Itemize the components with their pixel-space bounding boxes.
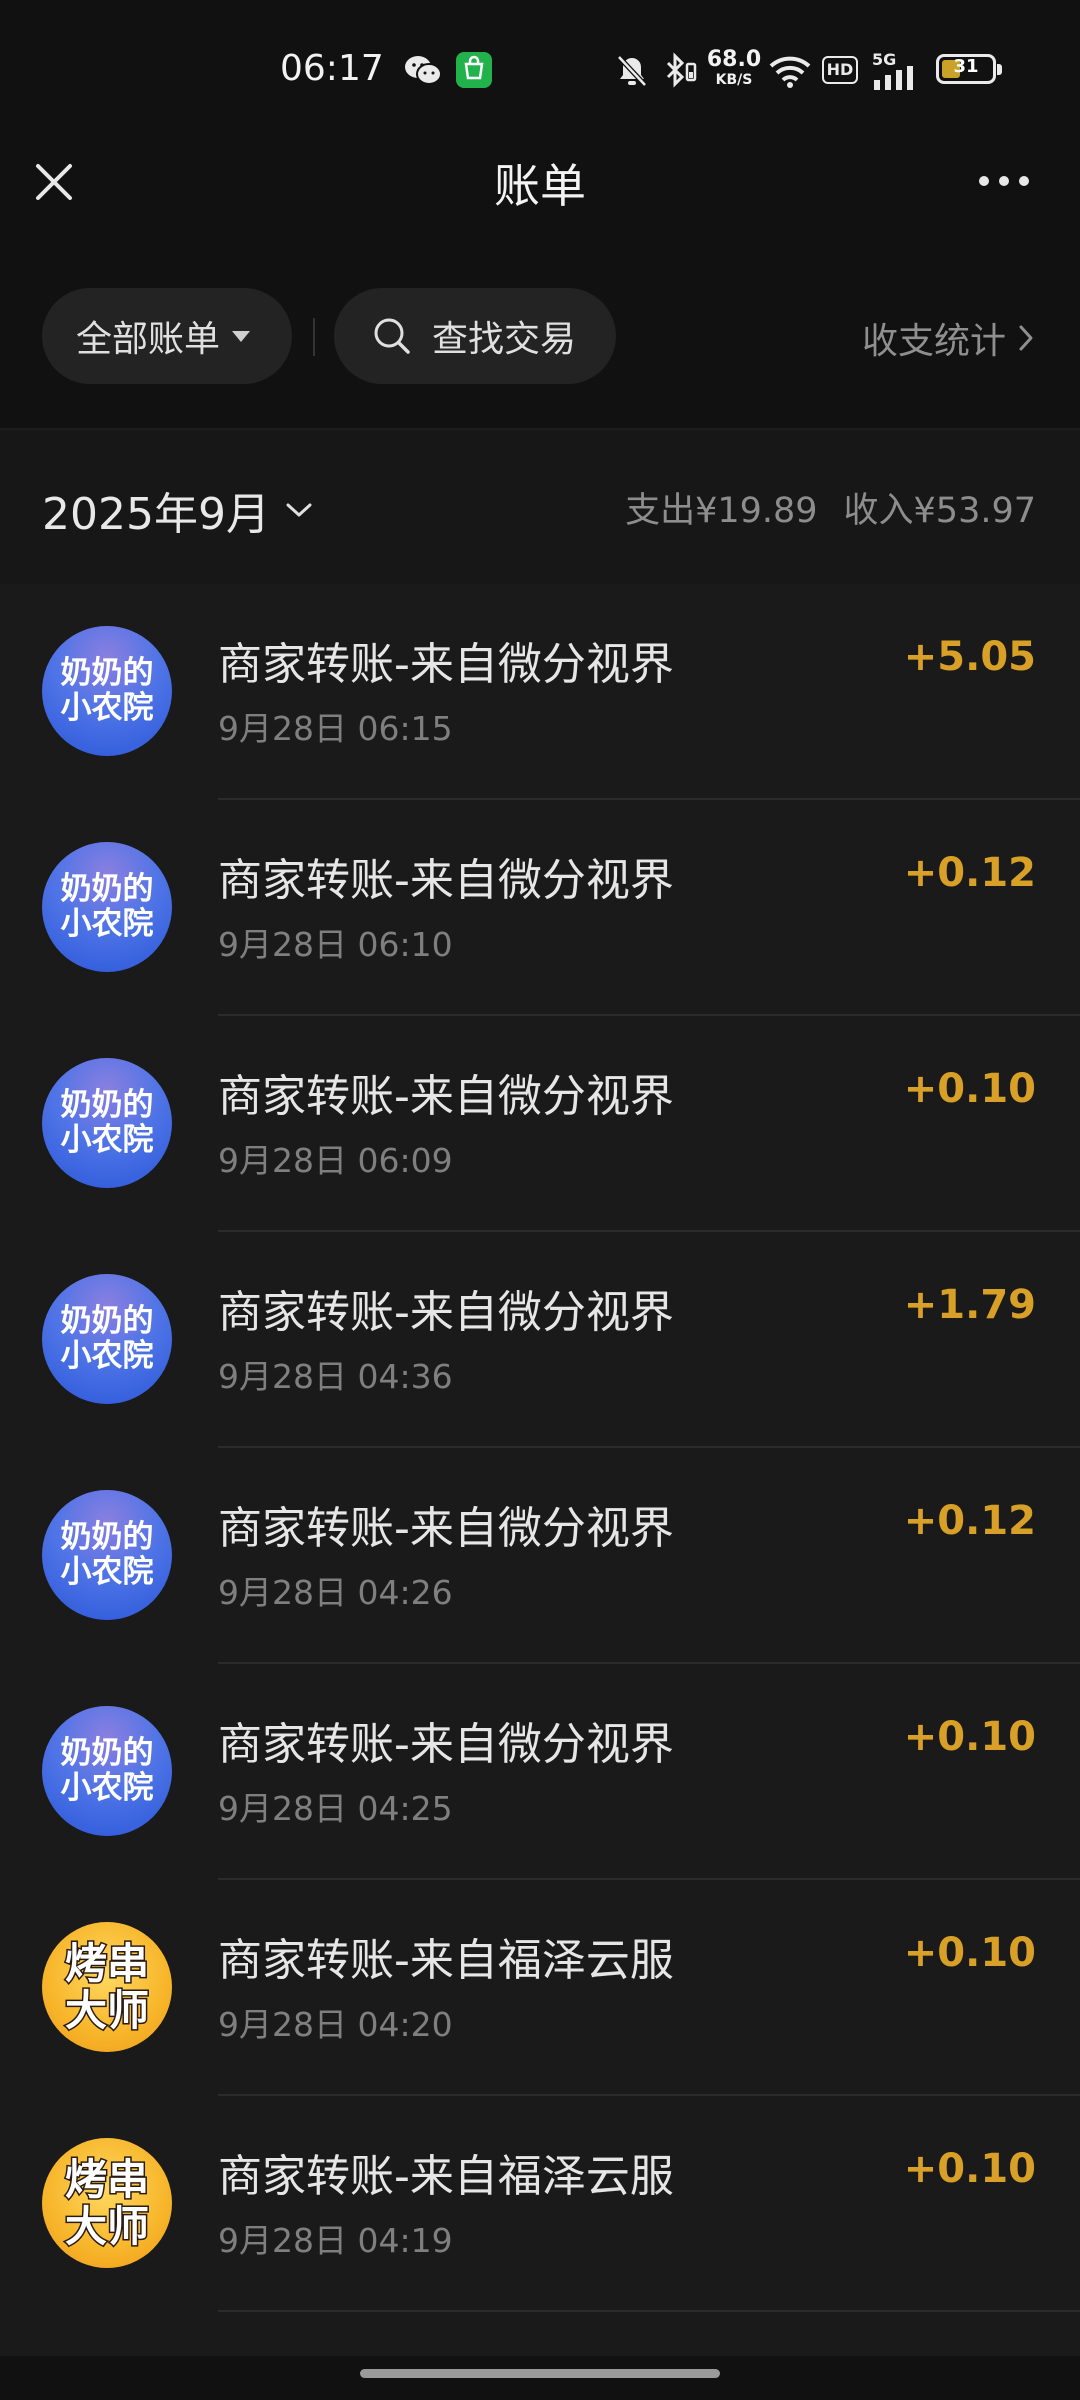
expense-total: 支出¥19.89: [625, 491, 818, 531]
transaction-row[interactable]: 奶奶的 小农院 商家转账-来自微分视界 9月28日 06:10 +0.12: [0, 800, 1080, 1016]
month-selector[interactable]: 2025年9月: [42, 478, 314, 542]
month-totals: 支出¥19.89 收入¥53.97: [625, 482, 1036, 533]
filter-divider: [313, 318, 315, 356]
transaction-row[interactable]: 烤串 大师 商家转账-来自福泽云服 9月28日 04:19 +0.10: [0, 2096, 1080, 2312]
chevron-right-icon: [1019, 325, 1033, 351]
shopping-app-icon: [456, 52, 492, 88]
transaction-time: 9月28日 06:15: [218, 709, 453, 748]
merchant-avatar: 奶奶的 小农院: [42, 1490, 172, 1620]
row-divider: [218, 2310, 1080, 2312]
avatar-text: 奶奶的: [60, 1735, 154, 1772]
transaction-title: 商家转账-来自微分视界: [218, 639, 674, 690]
wechat-icon: [405, 56, 442, 85]
avatar-text: 奶奶的: [60, 655, 154, 692]
stats-label: 收支统计: [861, 321, 1006, 362]
all-bills-dropdown[interactable]: 全部账单: [42, 288, 292, 384]
more-icon[interactable]: [976, 166, 1032, 196]
avatar-text: 小农院: [60, 1122, 154, 1158]
home-indicator[interactable]: [360, 2369, 720, 2378]
transaction-row[interactable]: 奶奶的 小农院 商家转账-来自微分视界 9月28日 06:09 +0.10: [0, 1016, 1080, 1232]
transaction-time: 9月28日 04:36: [218, 1357, 453, 1396]
avatar-text: 小农院: [60, 690, 154, 726]
merchant-avatar: 烤串 大师: [42, 1922, 172, 2052]
filter-bar: 全部账单 查找交易 收支统计: [0, 284, 1080, 384]
month-label: 2025年9月: [42, 489, 270, 540]
transaction-title: 商家转账-来自微分视界: [218, 1071, 674, 1122]
transaction-time: 9月28日 04:26: [218, 1573, 453, 1612]
merchant-avatar: 奶奶的 小农院: [42, 842, 172, 972]
search-icon: [374, 318, 410, 354]
search-label: 查找交易: [432, 319, 577, 360]
avatar-text: 奶奶的: [60, 1087, 154, 1124]
avatar-text: 小农院: [60, 906, 154, 942]
transaction-row[interactable]: 烤串 大师 商家转账-来自福泽云服 9月28日 04:20 +0.10: [0, 1880, 1080, 2096]
avatar-text: 小农院: [60, 1770, 154, 1806]
network-speed: 68.0 KB/S: [706, 47, 762, 89]
transaction-row[interactable]: 奶奶的 小农院 商家转账-来自微分视界 9月28日 04:25 +0.10: [0, 1664, 1080, 1880]
status-bar: 06:17 68.0 KB/S HD 5G 31: [0, 0, 1080, 140]
wifi-icon: [769, 56, 811, 88]
transaction-title: 商家转账-来自微分视界: [218, 1503, 674, 1554]
avatar-text: 小农院: [60, 1338, 154, 1374]
avatar-text: 小农院: [60, 1554, 154, 1590]
month-summary-bar: 2025年9月 支出¥19.89 收入¥53.97: [0, 430, 1080, 584]
merchant-avatar: 奶奶的 小农院: [42, 1706, 172, 1836]
income-expense-stats-link[interactable]: 收支统计: [862, 312, 1034, 364]
avatar-text: 烤串: [63, 1938, 150, 1988]
avatar-text: 奶奶的: [60, 1519, 154, 1556]
avatar-text: 奶奶的: [60, 1303, 154, 1340]
avatar-text: 烤串: [63, 2154, 150, 2204]
transaction-title: 商家转账-来自微分视界: [218, 1287, 674, 1338]
transaction-time: 9月28日 04:25: [218, 1789, 453, 1828]
status-time: 06:17: [280, 48, 384, 89]
transaction-amount: +0.10: [903, 1066, 1036, 1112]
page-title: 账单: [494, 159, 586, 213]
signal-5g-icon: 5G: [872, 50, 924, 90]
transaction-time: 9月28日 06:10: [218, 925, 453, 964]
transaction-title: 商家转账-来自微分视界: [218, 855, 674, 906]
merchant-avatar: 烤串 大师: [42, 2138, 172, 2268]
nav-header: 账单: [0, 140, 1080, 240]
transaction-amount: +0.10: [903, 1714, 1036, 1760]
transaction-amount: +1.79: [903, 1282, 1036, 1328]
avatar-text: 大师: [63, 1985, 150, 2035]
chevron-down-icon: [286, 503, 312, 517]
transaction-amount: +0.10: [903, 2146, 1036, 2192]
all-bills-label: 全部账单: [76, 319, 221, 360]
income-total: 收入¥53.97: [843, 491, 1036, 531]
avatar-text: 大师: [63, 2201, 150, 2251]
mute-bell-icon: [617, 55, 647, 87]
transaction-title: 商家转账-来自福泽云服: [218, 2151, 674, 2202]
transaction-row[interactable]: 奶奶的 小农院 商家转账-来自微分视界 9月28日 06:15 +5.05: [0, 584, 1080, 800]
transaction-amount: +0.10: [903, 1930, 1036, 1976]
avatar-text: 奶奶的: [60, 871, 154, 908]
transaction-row[interactable]: 奶奶的 小农院 商家转账-来自微分视界 9月28日 04:36 +1.79: [0, 1232, 1080, 1448]
transaction-amount: +0.12: [903, 1498, 1036, 1544]
transaction-time: 9月28日 04:19: [218, 2221, 453, 2260]
hd-badge: HD: [822, 56, 858, 84]
transaction-amount: +0.12: [903, 850, 1036, 896]
merchant-avatar: 奶奶的 小农院: [42, 1058, 172, 1188]
transaction-title: 商家转账-来自福泽云服: [218, 1935, 674, 1986]
transaction-time: 9月28日 06:09: [218, 1141, 453, 1180]
transaction-row[interactable]: 奶奶的 小农院 商家转账-来自微分视界 9月28日 04:26 +0.12: [0, 1448, 1080, 1664]
transaction-list: 奶奶的 小农院 商家转账-来自微分视界 9月28日 06:15 +5.05 奶奶的 小农院商…: [0, 584, 1080, 2356]
transaction-time: 9月28日 04:20: [218, 2005, 453, 2044]
search-transactions-button[interactable]: 查找交易: [334, 288, 616, 384]
caret-down-icon: [232, 330, 251, 342]
battery-icon: 31: [936, 54, 1002, 84]
transaction-amount: +5.05: [903, 634, 1036, 680]
transaction-title: 商家转账-来自微分视界: [218, 1719, 674, 1770]
bluetooth-icon: [666, 52, 697, 88]
merchant-avatar: 奶奶的 小农院: [42, 1274, 172, 1404]
merchant-avatar: 奶奶的 小农院: [42, 626, 172, 756]
